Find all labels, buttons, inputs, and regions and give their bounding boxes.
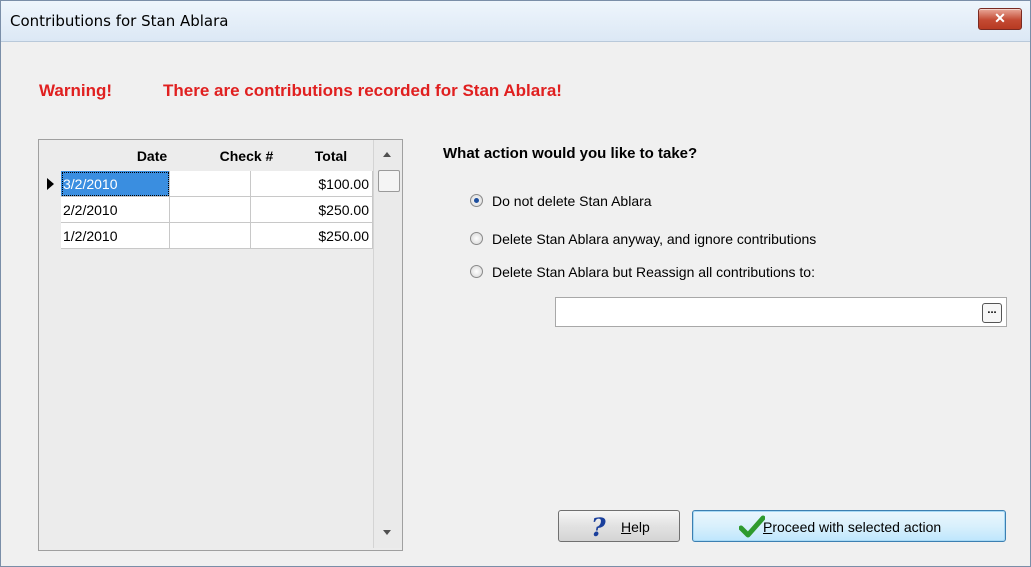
question-icon: ? [591, 513, 606, 542]
column-header-check[interactable]: Check # [205, 140, 288, 169]
radio-label[interactable]: Delete Stan Ablara anyway, and ignore co… [492, 231, 816, 247]
radio-selected-dot [474, 198, 479, 203]
title-bar: Contributions for Stan Ablara ✕ [1, 1, 1030, 42]
table-cell-total[interactable]: $250.00 [251, 197, 373, 223]
window-title: Contributions for Stan Ablara [10, 12, 229, 30]
reassign-input[interactable] [558, 300, 972, 326]
dialog-window: Contributions for Stan Ablara ✕ Warning!… [0, 0, 1031, 567]
column-header-date[interactable]: Date [99, 140, 205, 169]
proceed-button[interactable]: Proceed with selected action [692, 510, 1006, 542]
current-row-arrow-icon [47, 178, 54, 190]
contributions-grid[interactable]: Date Check # Total 3/2/2010 $100.00 2/2/… [38, 139, 403, 551]
radio-button[interactable] [470, 194, 483, 207]
warning-message: There are contributions recorded for Sta… [163, 81, 562, 100]
radio-button[interactable] [470, 265, 483, 278]
scroll-thumb[interactable] [378, 170, 400, 192]
close-button[interactable]: ✕ [978, 8, 1022, 30]
table-cell-date[interactable]: 1/2/2010 [61, 223, 170, 249]
scroll-up-icon[interactable] [383, 152, 391, 157]
row-indicator[interactable] [39, 197, 61, 223]
help-button[interactable]: ? Help [558, 510, 680, 542]
checkmark-icon [738, 515, 766, 542]
reassign-field[interactable]: ... [555, 297, 1007, 327]
action-question: What action would you like to take? [443, 145, 698, 162]
row-indicator[interactable] [39, 223, 61, 249]
table-cell-date[interactable]: 3/2/2010 [61, 171, 170, 197]
radio-label[interactable]: Delete Stan Ablara but Reassign all cont… [492, 264, 815, 280]
proceed-button-label: Proceed with selected action [763, 519, 942, 535]
table-cell-date[interactable]: 2/2/2010 [61, 197, 170, 223]
table-cell-check[interactable] [170, 171, 251, 197]
radio-button[interactable] [470, 232, 483, 245]
table-cell-total[interactable]: $250.00 [251, 223, 373, 249]
column-header-total[interactable]: Total [288, 140, 374, 169]
table-cell-check[interactable] [170, 197, 251, 223]
browse-button[interactable]: ... [982, 303, 1002, 323]
table-cell-total[interactable]: $100.00 [251, 171, 373, 197]
radio-label[interactable]: Do not delete Stan Ablara [492, 193, 652, 209]
help-button-label: Help [621, 519, 650, 535]
ellipsis-icon: ... [987, 304, 997, 316]
table-cell-check[interactable] [170, 223, 251, 249]
row-indicator[interactable] [39, 171, 61, 197]
close-icon: ✕ [994, 10, 1006, 26]
warning-label: Warning! [39, 81, 113, 100]
vertical-scrollbar[interactable] [373, 140, 402, 548]
scroll-down-icon[interactable] [383, 530, 391, 535]
